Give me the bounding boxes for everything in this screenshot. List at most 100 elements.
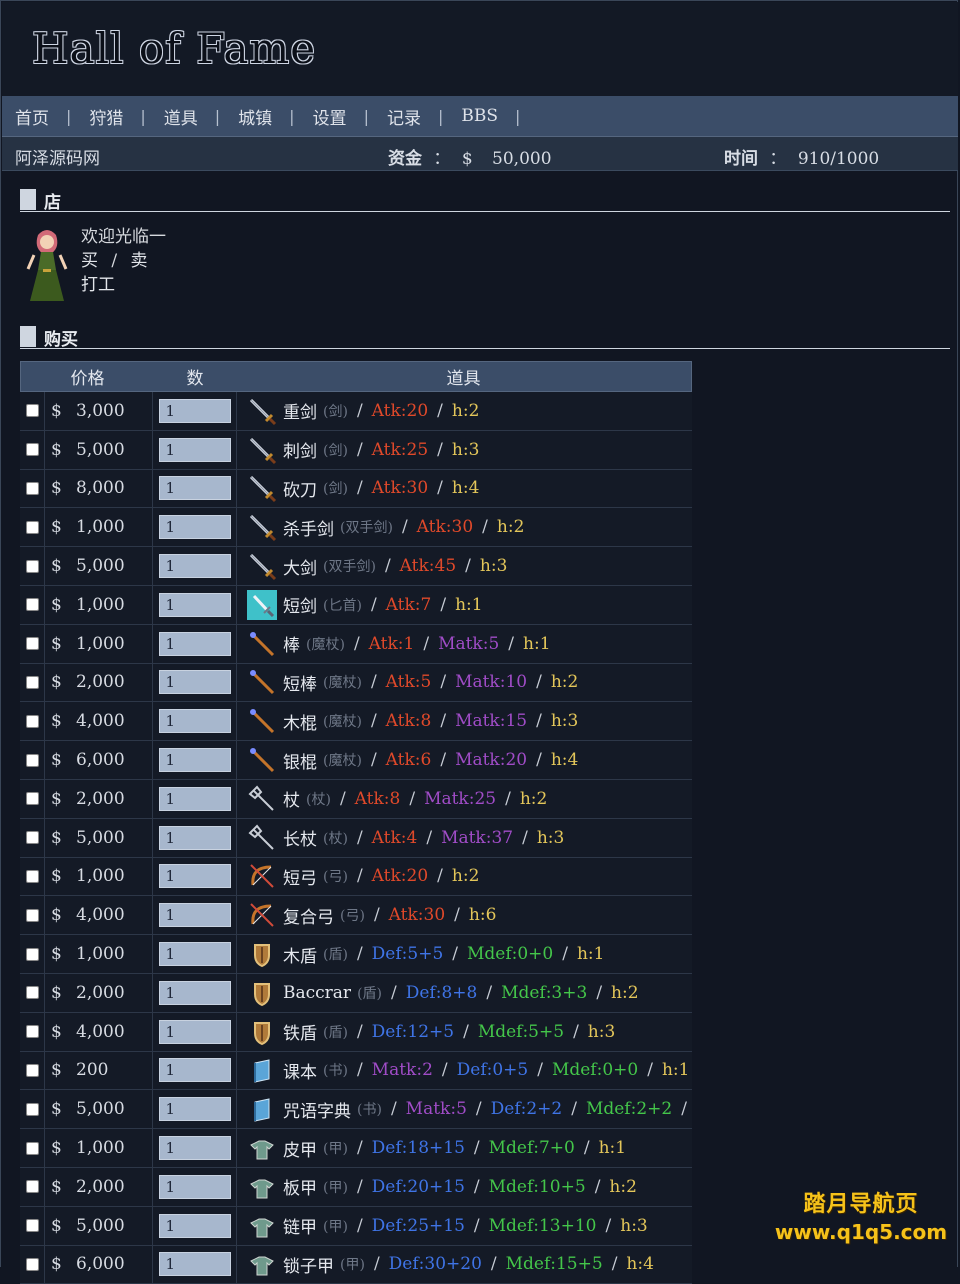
quantity-input[interactable]: 1 <box>158 709 231 734</box>
quantity-input[interactable]: 1 <box>158 437 231 462</box>
stat-h: h:1 <box>661 1060 690 1081</box>
select-checkbox[interactable] <box>25 1102 39 1116</box>
select-checkbox[interactable] <box>25 520 39 534</box>
quantity-input[interactable]: 1 <box>158 1136 231 1161</box>
select-checkbox[interactable] <box>25 637 39 651</box>
table-row: $5,000 1 长杖 (杖) / Atk:4/Matk:37/h:3 <box>20 818 692 858</box>
header-item: 道具 <box>446 369 481 389</box>
table-row: $2,000 1 Baccrar (盾) / Def:8+8/Mdef:3+3/h:2 <box>20 973 692 1013</box>
quantity-input[interactable]: 1 <box>158 1019 231 1044</box>
nav-item[interactable]: 狩猎 <box>89 104 123 129</box>
quantity-input[interactable]: 1 <box>158 825 231 850</box>
quantity-input[interactable]: 1 <box>158 864 231 889</box>
watermark-url: www.q1q5.com <box>774 1220 948 1244</box>
select-checkbox[interactable] <box>25 1025 39 1039</box>
stat-separator: / <box>356 1021 363 1042</box>
stat-separator: / <box>370 594 377 615</box>
stat-separator: / <box>373 905 380 926</box>
quantity-input[interactable]: 1 <box>158 1097 231 1122</box>
select-checkbox[interactable] <box>25 753 39 767</box>
select-checkbox[interactable] <box>25 792 39 806</box>
quantity-input[interactable]: 1 <box>158 476 231 501</box>
select-cell <box>20 624 45 663</box>
work-link[interactable]: 打工 <box>81 273 166 297</box>
item-category: (甲) <box>340 1257 365 1274</box>
quantity-input[interactable]: 1 <box>158 980 231 1005</box>
stat-h: h:3 <box>451 439 480 460</box>
select-checkbox[interactable] <box>25 714 39 728</box>
select-checkbox[interactable] <box>25 559 39 573</box>
stat-separator: / <box>583 1138 590 1159</box>
quantity-input[interactable]: 1 <box>158 515 231 540</box>
nav-item[interactable]: 首页 <box>15 104 49 129</box>
stat-def: Def:12+5 <box>371 1021 455 1042</box>
stat-h: h:2 <box>609 1176 637 1197</box>
select-cell <box>20 1206 45 1245</box>
item-name: 短剑 <box>283 597 317 618</box>
price-cell: $1,000 <box>45 1129 153 1167</box>
stat-matk: Matk:5 <box>438 633 500 654</box>
select-checkbox[interactable] <box>25 404 39 418</box>
stat-h: h:1 <box>576 944 605 965</box>
select-checkbox[interactable] <box>25 1141 39 1155</box>
sell-link[interactable]: 卖 <box>131 251 148 271</box>
stat-def: Def:0+5 <box>456 1060 529 1081</box>
time-value: 910/1000 <box>797 149 880 169</box>
nav-item[interactable]: 城镇 <box>238 104 272 129</box>
nav-item[interactable]: BBS <box>461 106 498 126</box>
section-marker <box>20 326 36 347</box>
select-checkbox[interactable] <box>25 443 39 457</box>
select-checkbox[interactable] <box>25 1257 39 1271</box>
scale-mail-icon <box>250 1256 274 1276</box>
quantity-input[interactable]: 1 <box>158 942 231 967</box>
select-checkbox[interactable] <box>25 831 39 845</box>
select-checkbox[interactable] <box>25 986 39 1000</box>
quantity-input[interactable]: 1 <box>158 398 231 423</box>
stat-separator: / <box>370 750 377 771</box>
quantity-input[interactable]: 1 <box>158 786 231 811</box>
select-checkbox[interactable] <box>25 481 39 495</box>
table-row: $2,000 1 板甲 (甲) / Def:20+15/Mdef:10+5/h:2 <box>20 1167 692 1207</box>
quantity-input[interactable]: 1 <box>158 1174 231 1199</box>
select-checkbox[interactable] <box>25 1219 39 1233</box>
item-category: (盾) <box>323 1024 348 1041</box>
stat-atk: Atk:7 <box>385 594 432 615</box>
table-row: $6,000 1 锁子甲 (甲) / Def:30+20/Mdef:15+5/h:4 <box>20 1245 692 1284</box>
select-checkbox[interactable] <box>25 947 39 961</box>
quantity-input[interactable]: 1 <box>158 554 231 579</box>
quantity-input[interactable]: 1 <box>158 903 231 928</box>
stat-atk: Atk:6 <box>385 750 432 771</box>
money-value: 50,000 <box>492 149 552 169</box>
section-title: 购买 <box>44 330 78 350</box>
stat-atk: Atk:8 <box>385 711 432 732</box>
item-category: (书) <box>357 1102 382 1119</box>
long-staff-icon <box>248 824 274 850</box>
quantity-input[interactable]: 1 <box>158 1213 231 1238</box>
stat-h: h:1 <box>455 594 483 615</box>
nav-item[interactable]: 设置 <box>313 104 347 129</box>
select-checkbox[interactable] <box>25 1063 39 1077</box>
select-checkbox[interactable] <box>25 598 39 612</box>
item-category: (盾) <box>357 985 382 1002</box>
qty-cell: 1 <box>153 702 237 741</box>
select-checkbox[interactable] <box>25 675 39 689</box>
select-cell <box>20 1051 45 1090</box>
quantity-input[interactable]: 1 <box>158 592 231 617</box>
nav-item[interactable]: 记录 <box>387 104 421 129</box>
quantity-input[interactable]: 1 <box>158 670 231 695</box>
select-checkbox[interactable] <box>25 1180 39 1194</box>
nav-item[interactable]: 道具 <box>164 104 198 129</box>
logo[interactable]: Hall of Fame <box>32 24 316 73</box>
select-checkbox[interactable] <box>25 908 39 922</box>
select-checkbox[interactable] <box>25 869 39 883</box>
site-name[interactable]: 阿泽源码网 <box>15 144 100 169</box>
quantity-input[interactable]: 1 <box>158 1252 231 1277</box>
price-value: 5,000 <box>76 827 125 848</box>
stat-atk: Atk:25 <box>371 439 429 460</box>
qty-cell: 1 <box>153 818 237 857</box>
quantity-input[interactable]: 1 <box>158 631 231 656</box>
buy-link[interactable]: 买 <box>81 251 98 271</box>
quantity-input[interactable]: 1 <box>158 748 231 773</box>
select-cell <box>20 741 45 779</box>
quantity-input[interactable]: 1 <box>158 1058 231 1083</box>
